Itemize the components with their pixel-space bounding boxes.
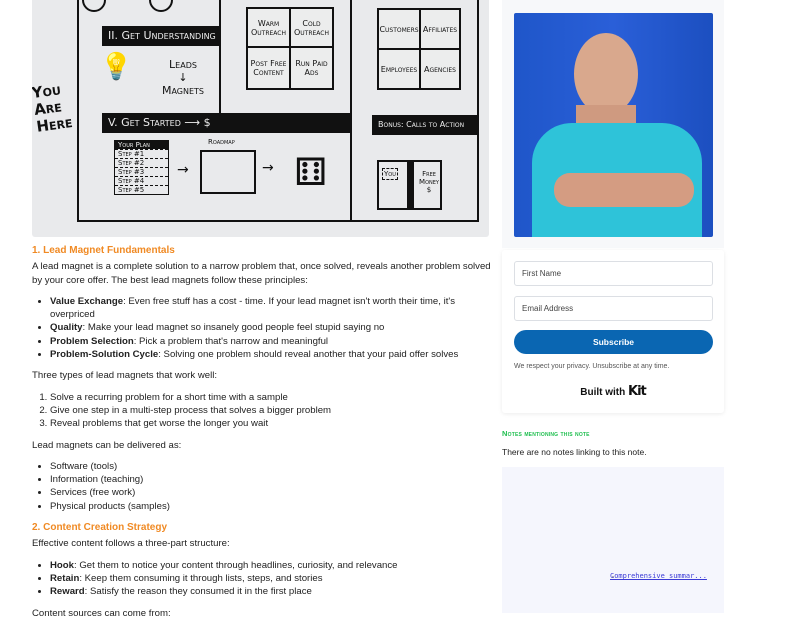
note-article: 1. Lead Magnet Fundamentals A lead magne… [32,244,492,628]
first-name-input[interactable]: First Name [514,261,713,286]
sketch-cell: Post Free Content [246,46,291,90]
dice-icon: ⚅ [294,150,328,194]
paragraph: Content sources can come from: [32,607,171,619]
sketch-cell: Affiliates [419,8,461,50]
author-photo [514,13,713,237]
sketch-cell: Employees [377,48,421,90]
sketch-banner: V. Get Started ⟶ $ [102,113,352,133]
list-item: Problem-Solution Cycle: Solving one prob… [50,348,492,361]
arrow-icon: → [262,160,274,176]
email-input[interactable]: Email Address [514,296,713,321]
sketch-cell: Customers [377,8,421,50]
subscribe-form: First Name Email Address Subscribe We re… [502,250,724,413]
paragraph: Three types of lead magnets that work we… [32,370,218,382]
sketch-cell: Run Paid Ads [289,46,334,90]
sketch-cell: Agencies [419,48,461,90]
sketch-plan: Your Plan Step #1 Step #2 Step #3 Step #… [114,140,169,195]
backlinks-heading: Notes mentioning this note [502,429,590,438]
lead-magnet-sketch-image: II. Get Understanding 💡 Leads ↓ Magnets Yo… [32,0,489,237]
section-heading: 1. Lead Magnet Fundamentals [32,245,175,256]
list-item: Hook: Get them to notice your content th… [50,559,492,572]
sketch-roadmap-label: Roadmap [208,138,235,146]
delivery-list: Software (tools) Information (teaching) … [50,460,492,513]
paragraph: Effective content follows a three-part s… [32,538,230,550]
arrow-icon: → [177,162,189,178]
privacy-text: We respect your privacy. Unsubscribe at … [514,363,670,370]
gift-box-icon: You Free Money $ [377,160,442,210]
sketch-you-are-here: You Are Here [32,80,74,136]
list-item: Reward: Satisfy the reason they consumed… [50,585,492,598]
backlinks-empty-text: There are no notes linking to this note. [502,447,647,457]
paragraph: A lead magnet is a complete solution to … [32,261,491,286]
note-graph[interactable]: Comprehensive summar... [502,467,724,613]
list-item: Value Exchange: Even free stuff has a co… [50,295,492,322]
list-item: Solve a recurring problem for a short ti… [50,391,492,404]
paragraph: Lead magnets can be delivered as: [32,439,182,451]
list-item: Give one step in a multi-step process th… [50,404,492,417]
list-item: Software (tools) [50,460,492,473]
types-list: Solve a recurring problem for a short ti… [50,391,492,431]
graph-node-link[interactable]: Comprehensive summar... [610,572,707,580]
list-item: Physical products (samples) [50,500,492,513]
structure-list: Hook: Get them to notice your content th… [50,559,492,599]
sketch-cell: Cold Outreach [289,7,334,48]
lightbulb-icon: 💡 [100,52,133,82]
map-icon [200,150,256,194]
list-item: Services (free work) [50,486,492,499]
author-card [502,0,724,248]
list-item: Reveal problems that get worse the longe… [50,417,492,430]
sketch-divider [219,0,221,114]
sketch-banner: II. Get Understanding [102,26,220,46]
sketch-banner: Bonus: Calls to Action [372,115,479,135]
sketch-leads-magnets: Leads ↓ Magnets [161,58,205,97]
subscribe-button[interactable]: Subscribe [514,330,713,354]
principles-list: Value Exchange: Even free stuff has a co… [50,295,492,361]
list-item: Retain: Keep them consuming it through l… [50,572,492,585]
list-item: Problem Selection: Pick a problem that's… [50,335,492,348]
built-with-kit-link[interactable]: Built with Kit [502,384,724,399]
section-heading: 2. Content Creation Strategy [32,522,168,534]
list-item: Quality: Make your lead magnet so insane… [50,321,492,334]
sketch-cell: Warm Outreach [246,7,291,48]
kit-logo: Kit [628,384,647,399]
list-item: Information (teaching) [50,473,492,486]
sketch-divider [350,0,352,222]
